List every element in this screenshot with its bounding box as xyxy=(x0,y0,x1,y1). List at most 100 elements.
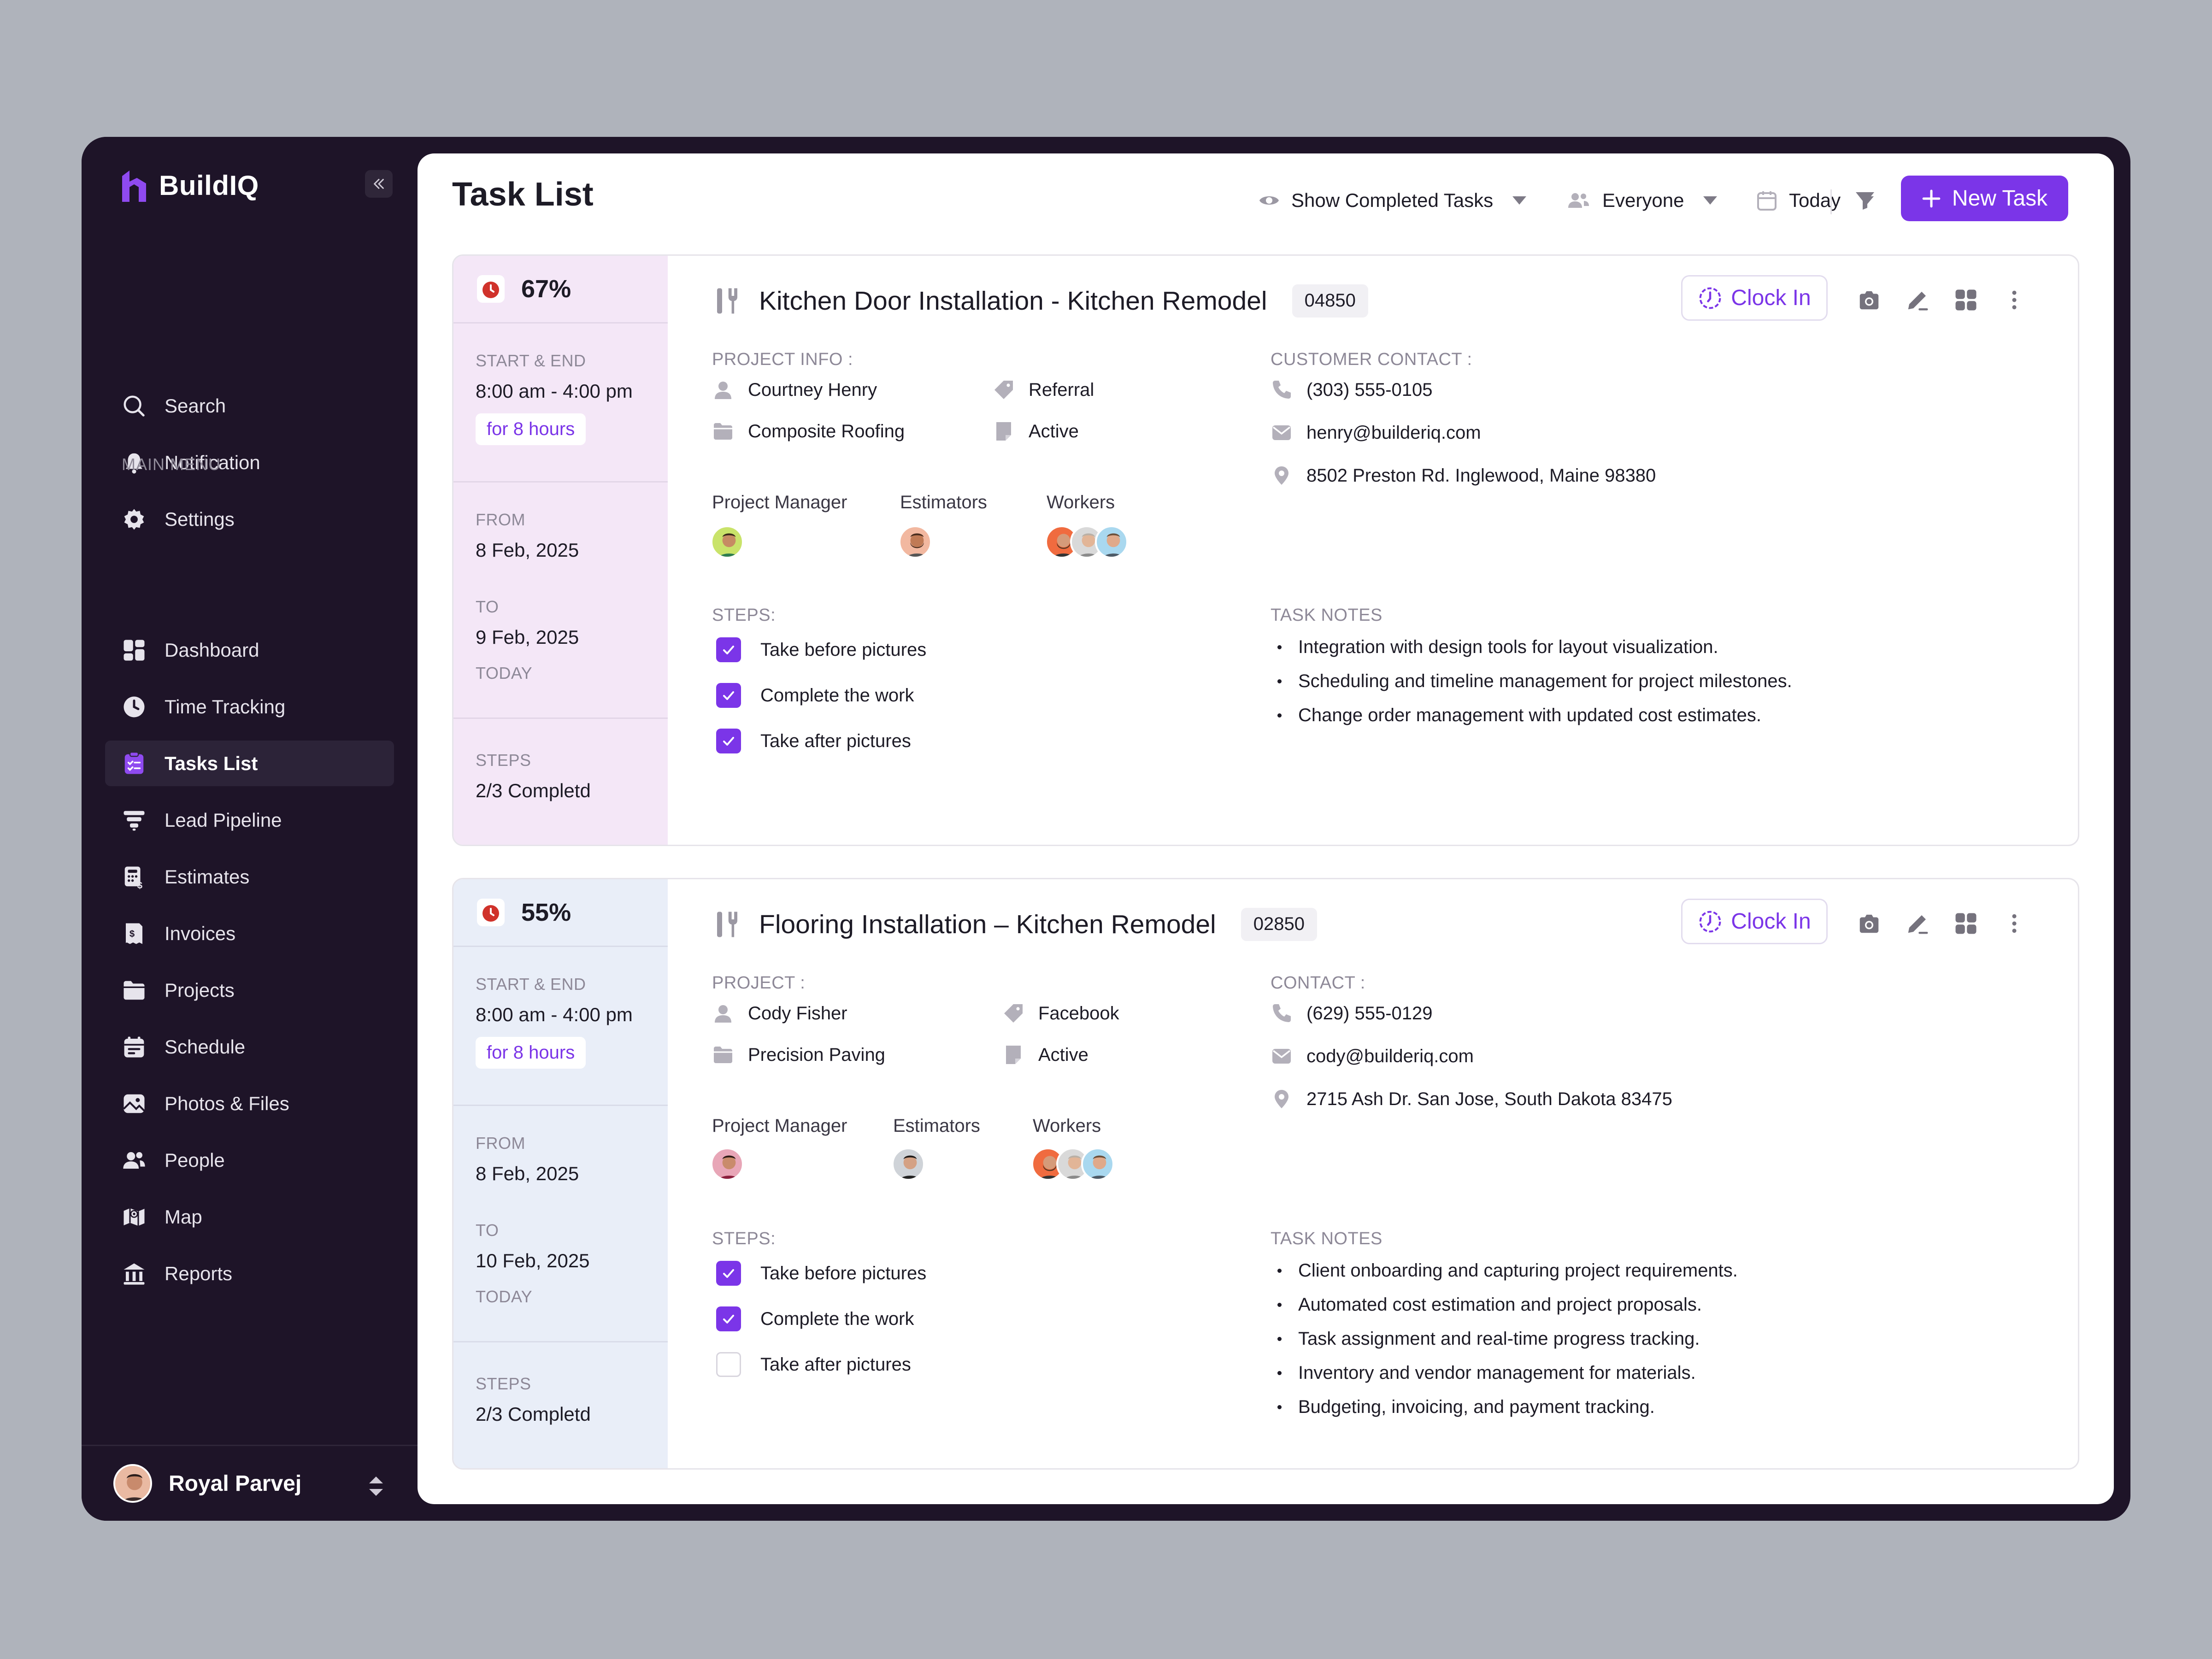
checkbox-checked[interactable] xyxy=(716,729,741,753)
note-item: Integration with design tools for layout… xyxy=(1277,633,1718,661)
contact-phone[interactable]: (629) 555-0129 xyxy=(1271,1000,1433,1027)
calendar-icon xyxy=(120,1033,148,1061)
checkbox-checked[interactable] xyxy=(716,1261,741,1286)
contact-address[interactable]: 2715 Ash Dr. San Jose, South Dakota 8347… xyxy=(1271,1085,1672,1113)
nav-photos-files[interactable]: Photos & Files xyxy=(105,1081,394,1126)
checkbox-unchecked[interactable] xyxy=(716,1352,741,1377)
clock-in-label: Clock In xyxy=(1731,909,1811,934)
lead-source: Facebook xyxy=(1002,1000,1119,1027)
step-item[interactable]: Take after pictures xyxy=(716,727,911,755)
camera-icon xyxy=(1859,291,1879,310)
contact-phone[interactable]: (303) 555-0105 xyxy=(1271,376,1433,404)
lead-source-text: Referral xyxy=(1029,379,1094,400)
step-label: Take before pictures xyxy=(760,1263,927,1283)
step-item[interactable]: Complete the work xyxy=(716,682,914,709)
new-task-label: New Task xyxy=(1952,186,2048,211)
nav-dashboard[interactable]: Dashboard xyxy=(105,627,394,673)
apps-button[interactable] xyxy=(1952,286,1980,314)
worker-avatar[interactable] xyxy=(1081,1147,1114,1181)
nav-tasks-list[interactable]: Tasks List xyxy=(105,741,394,786)
step-label: Complete the work xyxy=(760,1308,914,1329)
step-item[interactable]: Complete the work xyxy=(716,1305,914,1333)
worker-avatar[interactable] xyxy=(1095,525,1128,559)
nav-time-tracking[interactable]: Time Tracking xyxy=(105,684,394,729)
estimator-avatar[interactable] xyxy=(892,1147,925,1181)
map-icon xyxy=(120,1203,148,1231)
step-item[interactable]: Take after pictures xyxy=(716,1351,911,1378)
step-label: Take before pictures xyxy=(760,639,927,660)
company-name: Precision Paving xyxy=(712,1041,885,1069)
clock-in-button[interactable]: Clock In xyxy=(1681,899,1828,944)
checkbox-checked[interactable] xyxy=(716,1306,741,1331)
camera-button[interactable] xyxy=(1855,910,1883,937)
caret-down-icon xyxy=(1512,196,1527,205)
task-notes-heading: TASK NOTES xyxy=(1271,606,1382,625)
check-icon xyxy=(723,691,734,700)
phone-icon xyxy=(1273,381,1291,399)
more-options-button[interactable] xyxy=(2000,286,2028,314)
status-note-icon xyxy=(996,422,1011,441)
project-manager-avatar[interactable] xyxy=(711,525,744,559)
user-name: Royal Parvej xyxy=(169,1471,302,1496)
project-status-text: Active xyxy=(1038,1044,1088,1065)
more-options-button[interactable] xyxy=(2000,910,2028,937)
collapse-sidebar-button[interactable] xyxy=(365,170,393,198)
nav-invoices[interactable]: $ Invoices xyxy=(105,911,394,956)
camera-button[interactable] xyxy=(1855,286,1883,314)
start-end-label: START & END xyxy=(476,975,586,994)
contact-email[interactable]: henry@builderiq.com xyxy=(1271,419,1481,447)
bullet xyxy=(1277,645,1282,649)
filter-button[interactable] xyxy=(1851,187,1879,214)
task-card: 67% START & END 8:00 am - 4:00 pm for 8 … xyxy=(452,254,2079,846)
task-title[interactable]: Flooring Installation – Kitchen Remodel xyxy=(759,909,1216,940)
bullet xyxy=(1277,1302,1282,1307)
project-manager-avatar[interactable] xyxy=(711,1147,744,1181)
tools-icon xyxy=(717,288,737,313)
nav-reports[interactable]: Reports xyxy=(105,1251,394,1296)
apps-button[interactable] xyxy=(1952,910,1980,937)
task-notes-heading: TASK NOTES xyxy=(1271,1229,1382,1248)
note-item: Inventory and vendor management for mate… xyxy=(1277,1359,1696,1387)
funnel-icon xyxy=(120,806,148,834)
show-completed-label: Show Completed Tasks xyxy=(1291,189,1494,211)
user-avatar xyxy=(113,1464,152,1503)
task-title[interactable]: Kitchen Door Installation - Kitchen Remo… xyxy=(759,286,1267,316)
user-profile[interactable]: Royal Parvej xyxy=(82,1445,418,1521)
new-task-button[interactable]: New Task xyxy=(1901,176,2068,221)
from-date: 8 Feb, 2025 xyxy=(476,1163,579,1184)
checkbox-checked[interactable] xyxy=(716,683,741,708)
clock-icon xyxy=(120,693,148,721)
edit-button[interactable] xyxy=(1904,286,1931,314)
show-completed-dropdown[interactable]: Show Completed Tasks xyxy=(1258,181,1537,220)
nav-people[interactable]: People xyxy=(105,1137,394,1183)
nav-lead-pipeline[interactable]: Lead Pipeline xyxy=(105,797,394,843)
svg-text:$: $ xyxy=(129,929,135,939)
brand[interactable]: BuildIQ xyxy=(120,167,259,203)
contact-address[interactable]: 8502 Preston Rd. Inglewood, Maine 98380 xyxy=(1271,462,1656,489)
nav-label: Lead Pipeline xyxy=(165,809,282,831)
contact-email[interactable]: cody@builderiq.com xyxy=(1271,1042,1474,1070)
time-range: 8:00 am - 4:00 pm xyxy=(476,1004,633,1025)
estimators-label: Estimators xyxy=(893,1116,980,1136)
estimator-avatar[interactable] xyxy=(899,525,932,559)
workers-label: Workers xyxy=(1047,492,1115,512)
progress-percent: 67% xyxy=(521,275,571,303)
assignee-dropdown[interactable]: Everyone xyxy=(1566,181,1728,220)
nav-map[interactable]: Map xyxy=(105,1194,394,1240)
nav-schedule[interactable]: Schedule xyxy=(105,1024,394,1070)
step-item[interactable]: Take before pictures xyxy=(716,1259,926,1287)
nav-label: Estimates xyxy=(165,865,250,888)
clock-in-button[interactable]: Clock In xyxy=(1681,275,1828,321)
nav-projects[interactable]: Projects xyxy=(105,967,394,1013)
chevron-up-down-icon[interactable] xyxy=(365,1472,387,1500)
photos-icon xyxy=(120,1090,148,1118)
nav-search[interactable]: Search xyxy=(105,383,394,429)
checkbox-checked[interactable] xyxy=(716,637,741,662)
bullet xyxy=(1277,679,1282,683)
assignee-label: Everyone xyxy=(1602,189,1684,211)
note-item: Budgeting, invoicing, and payment tracki… xyxy=(1277,1393,1655,1421)
edit-button[interactable] xyxy=(1904,910,1931,937)
nav-label: Schedule xyxy=(165,1035,246,1058)
step-item[interactable]: Take before pictures xyxy=(716,636,926,664)
nav-estimates[interactable]: $ Estimates xyxy=(105,854,394,900)
